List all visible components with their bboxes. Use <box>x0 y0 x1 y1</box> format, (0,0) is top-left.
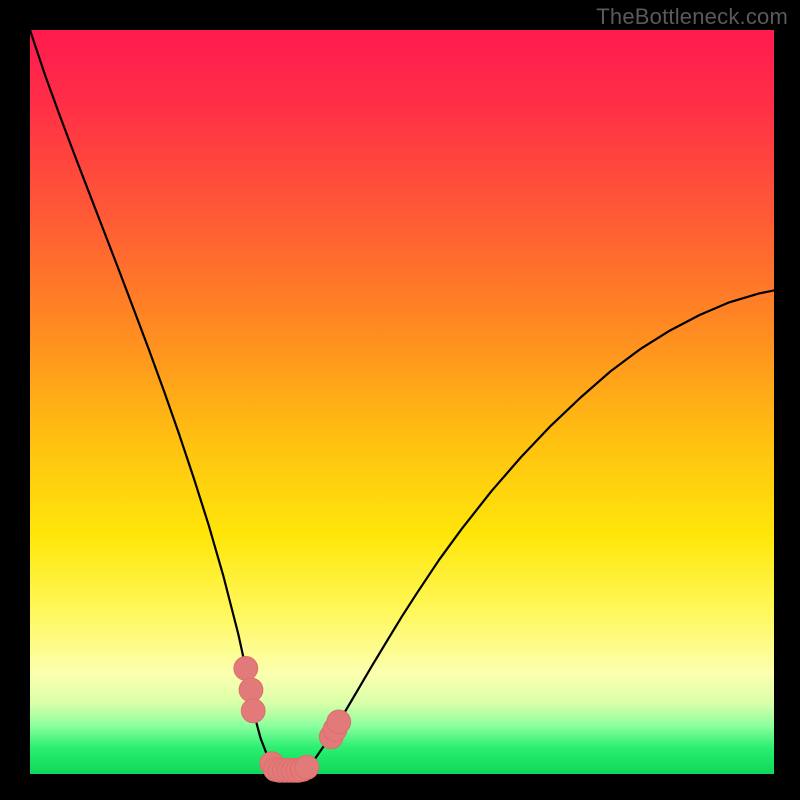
curve-marker <box>234 657 258 681</box>
curve-marker <box>241 699 265 723</box>
curve-marker <box>239 678 263 702</box>
gradient-panel <box>30 30 774 774</box>
curve-marker <box>327 710 351 734</box>
curve-marker <box>295 755 319 779</box>
bottleneck-chart <box>0 0 800 800</box>
